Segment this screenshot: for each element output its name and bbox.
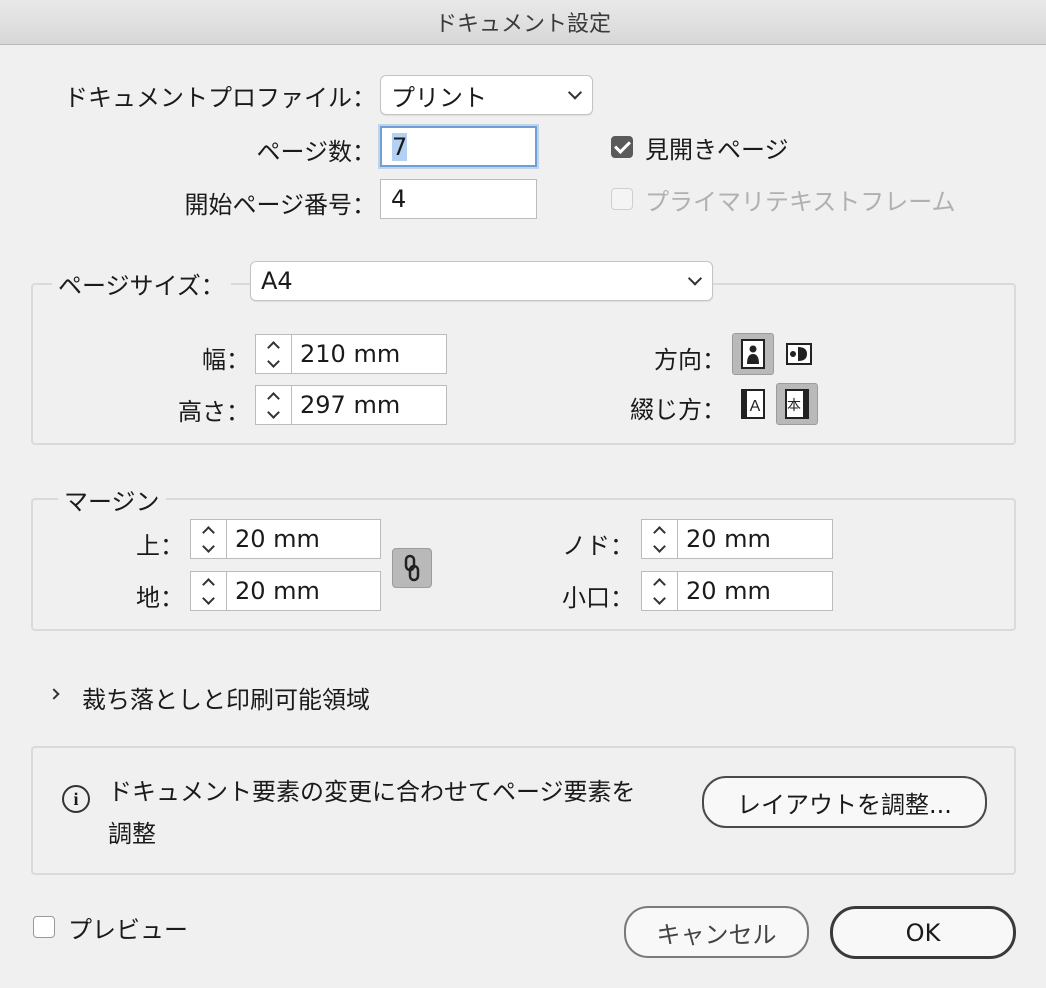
height-value[interactable]: 297 mm <box>292 386 446 424</box>
binding-label: 綴じ方： <box>630 396 726 424</box>
page-size-select[interactable]: A4 <box>250 261 713 301</box>
margin-bottom-value[interactable]: 20 mm <box>227 572 380 610</box>
info-icon: i <box>62 785 90 813</box>
margin-outside-label: 小口： <box>562 584 634 612</box>
stepper-arrows[interactable] <box>256 386 292 424</box>
margin-top-stepper[interactable]: 20 mm <box>190 519 381 559</box>
margins-title: マージン <box>58 482 166 517</box>
margin-outside-stepper[interactable]: 20 mm <box>641 571 833 611</box>
document-profile-select[interactable]: プリント <box>380 75 593 115</box>
chevron-down-icon <box>653 539 666 553</box>
chevron-down-icon <box>267 354 280 368</box>
start-page-value: 4 <box>391 185 407 213</box>
margin-bottom-label: 地： <box>136 584 184 612</box>
primary-text-frame-label: プライマリテキストフレーム <box>645 188 956 216</box>
stepper-arrows[interactable] <box>256 335 292 373</box>
right-binding-icon: 本 <box>785 389 809 419</box>
left-binding-icon: A <box>741 389 765 419</box>
pages-input[interactable]: 7 <box>380 126 537 167</box>
chevron-down-icon <box>202 591 215 605</box>
window-title: ドキュメント設定 <box>434 12 611 37</box>
start-page-input[interactable]: 4 <box>380 179 537 219</box>
margin-inside-stepper[interactable]: 20 mm <box>641 519 833 559</box>
chevron-up-icon <box>653 525 666 539</box>
pages-value: 7 <box>392 132 408 161</box>
ok-button[interactable]: OK <box>830 906 1016 959</box>
pages-label: ページ数： <box>256 138 376 166</box>
bleed-slug-label[interactable]: 裁ち落としと印刷可能領域 <box>82 680 370 715</box>
window-title-bar: ドキュメント設定 <box>0 0 1046 45</box>
height-label: 高さ： <box>178 398 250 426</box>
start-page-label: 開始ページ番号： <box>184 191 376 219</box>
page-size-value: A4 <box>261 267 293 295</box>
margin-bottom-stepper[interactable]: 20 mm <box>190 571 381 611</box>
chevron-up-icon <box>202 577 215 591</box>
chevron-up-icon <box>653 577 666 591</box>
margin-top-label: 上： <box>136 532 184 560</box>
disclosure-chevron-right-icon[interactable] <box>44 684 64 704</box>
width-stepper[interactable]: 210 mm <box>255 334 447 374</box>
stepper-arrows[interactable] <box>642 572 678 610</box>
adjust-layout-button[interactable]: レイアウトを調整... <box>702 776 987 828</box>
chevron-down-icon <box>202 539 215 553</box>
landscape-icon <box>786 343 812 365</box>
stepper-arrows[interactable] <box>642 520 678 558</box>
portrait-orientation-button[interactable] <box>732 333 774 375</box>
chevron-up-icon <box>267 340 280 354</box>
width-label: 幅： <box>202 346 250 374</box>
margin-top-value[interactable]: 20 mm <box>227 520 380 558</box>
svg-text:本: 本 <box>787 398 801 414</box>
preview-checkbox[interactable] <box>33 916 55 938</box>
height-stepper[interactable]: 297 mm <box>255 385 447 425</box>
chevron-down-icon <box>267 405 280 419</box>
chevron-down-icon <box>687 271 703 286</box>
chevron-down-icon <box>567 85 583 100</box>
left-binding-button[interactable]: A <box>732 383 774 425</box>
chevron-down-icon <box>653 591 666 605</box>
orientation-label: 方向： <box>654 346 726 374</box>
svg-text:A: A <box>750 398 761 415</box>
primary-text-frame-checkbox[interactable] <box>611 188 633 210</box>
chevron-up-icon <box>202 525 215 539</box>
link-margins-button[interactable] <box>392 548 432 588</box>
margin-inside-label: ノド： <box>562 532 634 560</box>
info-text-line1: ドキュメント要素の変更に合わせてページ要素を <box>108 778 636 806</box>
stepper-arrows[interactable] <box>191 572 227 610</box>
chevron-up-icon <box>267 391 280 405</box>
portrait-icon <box>741 339 765 369</box>
width-value[interactable]: 210 mm <box>292 335 446 373</box>
cancel-button[interactable]: キャンセル <box>624 906 809 958</box>
margin-outside-value[interactable]: 20 mm <box>678 572 832 610</box>
facing-pages-label[interactable]: 見開きページ <box>645 130 789 165</box>
right-binding-button[interactable]: 本 <box>776 383 818 425</box>
landscape-orientation-button[interactable] <box>778 333 820 375</box>
chain-link-icon <box>404 554 420 582</box>
stepper-arrows[interactable] <box>191 520 227 558</box>
facing-pages-checkbox[interactable] <box>611 136 633 158</box>
document-profile-value: プリント <box>391 83 487 112</box>
page-size-label: ページサイズ： <box>52 266 231 301</box>
preview-label[interactable]: プレビュー <box>68 910 188 945</box>
document-profile-label: ドキュメントプロファイル： <box>64 84 376 112</box>
margin-inside-value[interactable]: 20 mm <box>678 520 832 558</box>
info-text-line2: 調整 <box>108 820 156 848</box>
